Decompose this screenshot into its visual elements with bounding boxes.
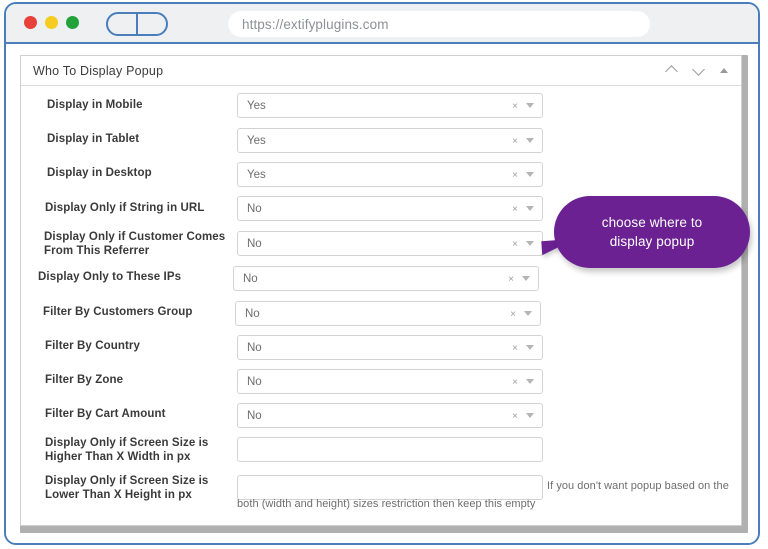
minimize-yellow-icon[interactable] [45,16,58,29]
screenshot-root: https://extifyplugins.com Who To Display… [0,0,768,549]
window-controls[interactable] [24,16,79,29]
panel-toggle-icon[interactable] [106,12,168,36]
chevron-up-icon[interactable] [666,64,679,77]
chevron-down-icon[interactable] [526,345,534,350]
select-string-in-url[interactable]: No × [237,196,543,221]
field-label-display-in-tablet: Display in Tablet [47,133,140,145]
select-customers-group[interactable]: No × [235,301,541,326]
select-display-in-desktop[interactable]: Yes × [237,162,543,187]
callout-text: choose where to display popup [602,213,703,251]
select-zone[interactable]: No × [237,369,543,394]
field-row: Filter By Country No × [21,329,741,363]
clear-icon[interactable]: × [512,378,518,388]
chevron-down-icon[interactable] [526,138,534,143]
field-label-line1: Display Only if Screen Size is [45,475,209,487]
input-min-width[interactable] [237,437,543,462]
field-label-line1: Display Only if Customer Comes [44,231,226,243]
page-content: Who To Display Popup Display in Mobile Y… [6,44,758,543]
field-label-referrer: Display Only if Customer Comes From This… [44,231,249,258]
select-value: No [243,272,258,285]
select-value: No [247,409,262,422]
clear-icon[interactable]: × [512,240,518,250]
field-row: Display Only if Screen Size is Lower Tha… [21,469,741,517]
field-label-line2: Lower Than X Height in px [45,488,192,501]
url-bar[interactable]: https://extifyplugins.com [228,11,650,37]
clear-icon[interactable]: × [512,171,518,181]
field-row: Display in Tablet Yes × [21,122,741,156]
callout-line2: display popup [609,234,695,249]
browser-titlebar: https://extifyplugins.com [6,4,758,44]
select-value: No [245,307,260,320]
clear-icon[interactable]: × [512,412,518,422]
chevron-down-icon[interactable] [526,103,534,108]
select-country[interactable]: No × [237,335,543,360]
select-value: Yes [247,134,266,147]
clear-icon[interactable]: × [512,344,518,354]
chevron-down-icon[interactable] [526,379,534,384]
browser-window: https://extifyplugins.com Who To Display… [4,2,760,545]
panel-header: Who To Display Popup [21,56,741,86]
page-title: Who To Display Popup [33,63,164,78]
field-label-line2: From This Referrer [44,244,150,257]
select-display-in-mobile[interactable]: Yes × [237,93,543,118]
clear-icon[interactable]: × [508,275,514,285]
chevron-down-icon[interactable] [524,311,532,316]
select-cart-amount[interactable]: No × [237,403,543,428]
collapse-triangle-icon[interactable] [720,68,728,73]
hint-text-line2: both (width and height) sizes restrictio… [237,498,536,510]
callout-bubble: choose where to display popup [554,196,750,268]
hint-text-line1: If you don't want popup based on the [547,480,729,492]
field-label-line2: Higher Than X Width in px [45,450,191,463]
field-label-country: Filter By Country [45,340,140,352]
who-to-display-popup-panel: Who To Display Popup Display in Mobile Y… [20,55,742,526]
chevron-down-icon[interactable] [526,241,534,246]
field-label-string-in-url: Display Only if String in URL [45,202,205,214]
field-row: Display in Desktop Yes × [21,156,741,190]
field-label-line1: Display Only if Screen Size is [45,437,209,449]
select-value: No [247,202,262,215]
select-referrer[interactable]: No × [237,231,543,256]
field-label-zone: Filter By Zone [45,374,124,386]
field-label-min-width: Display Only if Screen Size is Higher Th… [45,437,245,464]
field-label-display-in-mobile: Display in Mobile [47,99,143,111]
chevron-down-icon[interactable] [522,276,530,281]
field-label-customers-group: Filter By Customers Group [43,306,193,318]
select-value: Yes [247,168,266,181]
field-row: Filter By Cart Amount No × [21,397,741,431]
maximize-green-icon[interactable] [66,16,79,29]
select-value: No [247,237,262,250]
clear-icon[interactable]: × [512,102,518,112]
url-text: https://extifyplugins.com [242,16,389,32]
field-label-these-ips: Display Only to These IPs [38,271,182,283]
clear-icon[interactable]: × [512,205,518,215]
clear-icon[interactable]: × [510,310,516,320]
field-row: Filter By Zone No × [21,363,741,397]
callout-line1: choose where to [601,215,703,230]
field-label-display-in-desktop: Display in Desktop [47,167,152,179]
close-red-icon[interactable] [24,16,37,29]
settings-form: Display in Mobile Yes × Display in Table… [21,86,741,517]
select-value: Yes [247,99,266,112]
select-these-ips[interactable]: No × [233,266,539,291]
field-row: Display in Mobile Yes × [21,88,741,122]
field-label-cart-amount: Filter By Cart Amount [45,408,166,420]
field-label-max-height: Display Only if Screen Size is Lower Tha… [45,475,245,502]
chevron-down-icon[interactable] [526,206,534,211]
clear-icon[interactable]: × [512,137,518,147]
chevron-down-icon[interactable] [693,64,706,77]
panel-header-actions[interactable] [666,56,731,85]
select-value: No [247,341,262,354]
select-value: No [247,375,262,388]
select-display-in-tablet[interactable]: Yes × [237,128,543,153]
chevron-down-icon[interactable] [526,413,534,418]
field-row: Display Only if Screen Size is Higher Th… [21,431,741,469]
field-row: Filter By Customers Group No × [21,295,741,329]
chevron-down-icon[interactable] [526,172,534,177]
